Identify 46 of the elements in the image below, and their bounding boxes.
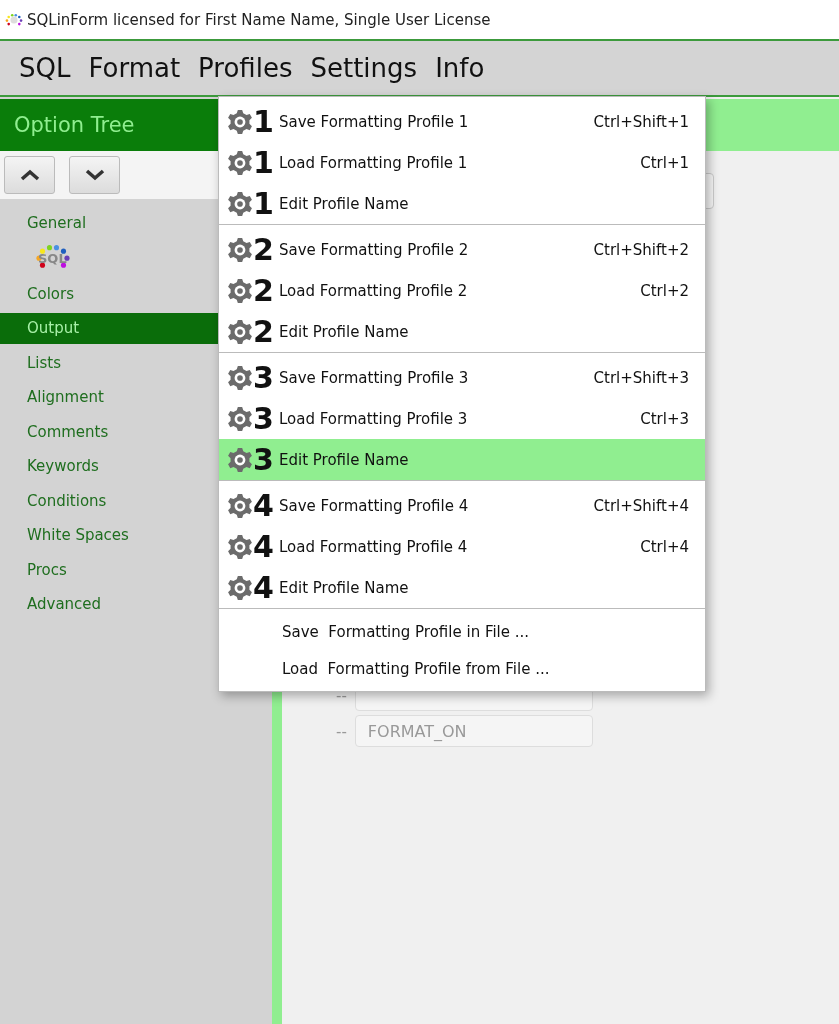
panel-title: Option Tree xyxy=(14,113,135,137)
comment-prefix: -- xyxy=(336,687,347,707)
menu-item-label: Edit Profile Name xyxy=(279,194,410,213)
profile-number: 4 xyxy=(253,572,275,603)
menu-item[interactable]: Profiles xyxy=(189,53,302,83)
menu-item[interactable]: Format xyxy=(79,53,190,83)
shortcut-label: Ctrl+3 xyxy=(640,409,689,428)
menu-item-label: Load Formatting Profile 1 xyxy=(279,153,469,172)
profile-number: 3 xyxy=(253,362,275,393)
menu-item-label: Load Formatting Profile 2 xyxy=(279,281,469,300)
menu-item[interactable]: Info xyxy=(426,53,494,83)
menu-item-label: Edit Profile Name xyxy=(279,322,410,341)
profile-number: 2 xyxy=(253,234,275,265)
profile-number: 3 xyxy=(253,403,275,434)
menu-item-label: Load Formatting Profile from File ... xyxy=(282,659,551,678)
menu-item-label: Save Formatting Profile 2 xyxy=(279,240,470,259)
menu-item-label: Load Formatting Profile 4 xyxy=(279,537,469,556)
comment-prefix: -- xyxy=(336,723,347,743)
profile-number: 1 xyxy=(253,147,275,178)
menu-item[interactable]: Save Formatting Profile in File ... xyxy=(219,613,705,650)
window-title: SQLinForm licensed for First Name Name, Single User License xyxy=(27,10,491,29)
menu-item-label: Save Formatting Profile 4 xyxy=(279,496,470,515)
profile-number: 2 xyxy=(253,316,275,347)
menu-item[interactable]: Settings xyxy=(301,53,427,83)
menu-item-label: Save Formatting Profile 3 xyxy=(279,368,470,387)
shortcut-label: Ctrl+Shift+2 xyxy=(593,240,689,259)
menu-item-label: Edit Profile Name xyxy=(279,578,410,597)
shortcut-label: Ctrl+4 xyxy=(640,537,689,556)
shortcut-label: Ctrl+Shift+3 xyxy=(593,368,689,387)
sql-logo: SQL xyxy=(30,242,78,273)
menu-item[interactable]: Load Formatting Profile from File ... xyxy=(219,650,705,687)
shortcut-label: Ctrl+Shift+1 xyxy=(593,112,689,131)
shortcut-label: Ctrl+2 xyxy=(640,281,689,300)
menu-item-label: Load Formatting Profile 3 xyxy=(279,409,469,428)
menu-item-label: Save Formatting Profile in File ... xyxy=(282,622,531,641)
shortcut-label: Ctrl+Shift+4 xyxy=(593,496,689,515)
profile-number: 3 xyxy=(253,444,275,475)
profile-number: 2 xyxy=(253,275,275,306)
menu-item-label: Edit Profile Name xyxy=(279,450,410,469)
profile-number: 4 xyxy=(253,531,275,562)
menu-item[interactable]: SQL xyxy=(10,53,80,83)
menu-item-label: Save Formatting Profile 1 xyxy=(279,112,470,131)
shortcut-label: Ctrl+1 xyxy=(640,153,689,172)
profile-number: 1 xyxy=(253,188,275,219)
profile-number: 1 xyxy=(253,106,275,137)
profile-number: 4 xyxy=(253,490,275,521)
